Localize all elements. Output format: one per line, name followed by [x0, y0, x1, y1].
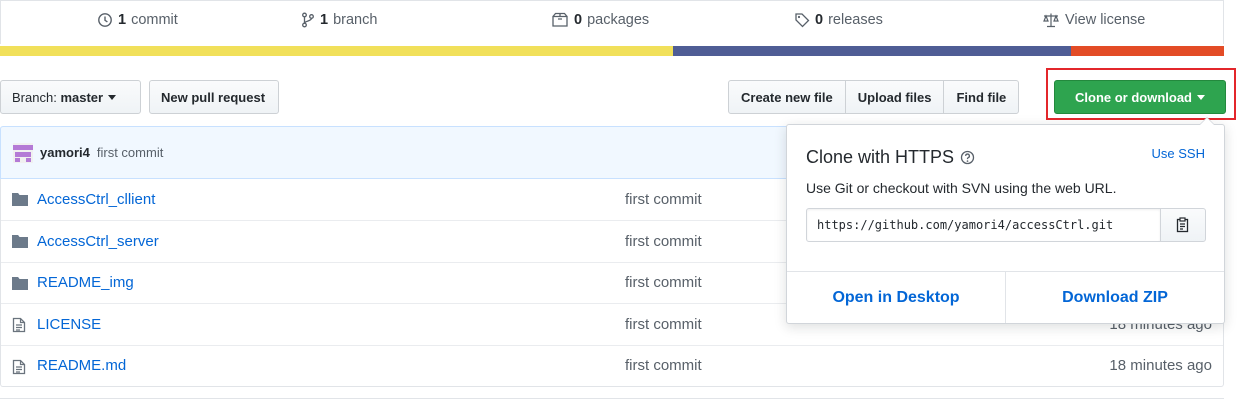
- file-commit-message[interactable]: first commit: [625, 233, 702, 250]
- language-bar[interactable]: [0, 46, 1224, 56]
- clone-dropdown: Clone with HTTPS Use SSH Use Git or chec…: [786, 117, 1225, 324]
- file-name-link[interactable]: AccessCtrl_cllient: [37, 191, 155, 208]
- language-segment[interactable]: [673, 46, 1071, 56]
- branches-link[interactable]: 1 branch: [301, 12, 377, 28]
- open-in-desktop-button[interactable]: Open in Desktop: [787, 272, 1005, 323]
- file-icon: [12, 317, 26, 333]
- packages-label: packages: [587, 12, 650, 28]
- question-icon[interactable]: [960, 150, 975, 165]
- packages-link[interactable]: 0 packages: [551, 12, 649, 28]
- clone-title-text: Clone with HTTPS: [806, 147, 955, 167]
- file-commit-message[interactable]: first commit: [625, 316, 702, 333]
- releases-link[interactable]: 0 releases: [794, 12, 883, 28]
- package-icon: [551, 12, 569, 28]
- file-commit-message[interactable]: first commit: [625, 357, 702, 374]
- commit-message[interactable]: first commit: [97, 145, 163, 160]
- file-actions-group: Create new file Upload files Find file: [728, 80, 1020, 114]
- chevron-down-icon: [108, 94, 117, 100]
- chevron-down-icon: [1197, 94, 1205, 100]
- file-icon: [12, 359, 26, 375]
- view-license-link[interactable]: View license: [1042, 12, 1145, 28]
- clipboard-icon: [1176, 217, 1190, 233]
- find-file-button[interactable]: Find file: [943, 80, 1020, 114]
- releases-count: 0: [815, 12, 824, 28]
- view-license-label: View license: [1065, 12, 1146, 28]
- branches-count: 1: [320, 12, 329, 28]
- upload-files-button[interactable]: Upload files: [844, 80, 945, 114]
- file-row: README.md first commit 18 minutes ago: [1, 344, 1223, 386]
- git-branch-icon: [301, 12, 315, 28]
- commit-author[interactable]: yamori4: [40, 145, 90, 160]
- new-pull-request-button[interactable]: New pull request: [149, 80, 279, 114]
- create-new-file-button[interactable]: Create new file: [728, 80, 846, 114]
- history-icon: [97, 12, 113, 28]
- releases-label: releases: [828, 12, 883, 28]
- file-commit-message[interactable]: first commit: [625, 274, 702, 291]
- language-segment[interactable]: [0, 46, 674, 56]
- folder-icon: [12, 234, 28, 249]
- use-ssh-link[interactable]: Use SSH: [1152, 146, 1205, 161]
- avatar[interactable]: [13, 142, 33, 163]
- tag-icon: [794, 12, 810, 28]
- clone-dropdown-title: Clone with HTTPS: [806, 147, 975, 168]
- branch-prefix: Branch:: [12, 89, 57, 105]
- clone-or-download-label: Clone or download: [1075, 89, 1192, 105]
- folder-icon: [12, 192, 28, 206]
- commits-label: commit: [131, 12, 178, 28]
- copy-to-clipboard-button[interactable]: [1160, 208, 1206, 242]
- commits-link[interactable]: 1 commit: [97, 12, 178, 28]
- file-name-link[interactable]: README_img: [37, 274, 134, 291]
- law-icon: [1042, 12, 1060, 28]
- commits-count: 1: [118, 12, 127, 28]
- file-commit-age: 18 minutes ago: [1109, 357, 1212, 375]
- clone-actions: Open in Desktop Download ZIP: [787, 271, 1224, 323]
- branch-select-button[interactable]: Branch: master: [0, 80, 141, 114]
- folder-icon: [12, 276, 28, 290]
- language-segment[interactable]: [1070, 46, 1224, 56]
- clone-description: Use Git or checkout with SVN using the w…: [806, 180, 1117, 196]
- repo-summary: 1 commit 1 branch 0 packages 0 releases …: [0, 0, 1224, 44]
- packages-count: 0: [574, 12, 583, 28]
- clone-url-input[interactable]: [806, 208, 1161, 242]
- file-name-link[interactable]: AccessCtrl_server: [37, 233, 159, 250]
- branches-label: branch: [333, 12, 378, 28]
- file-commit-message[interactable]: first commit: [625, 191, 702, 208]
- download-zip-button[interactable]: Download ZIP: [1005, 272, 1224, 323]
- divider: [0, 398, 1224, 399]
- file-name-link[interactable]: LICENSE: [37, 316, 101, 333]
- file-name-link[interactable]: README.md: [37, 357, 126, 374]
- branch-name: master: [60, 89, 104, 105]
